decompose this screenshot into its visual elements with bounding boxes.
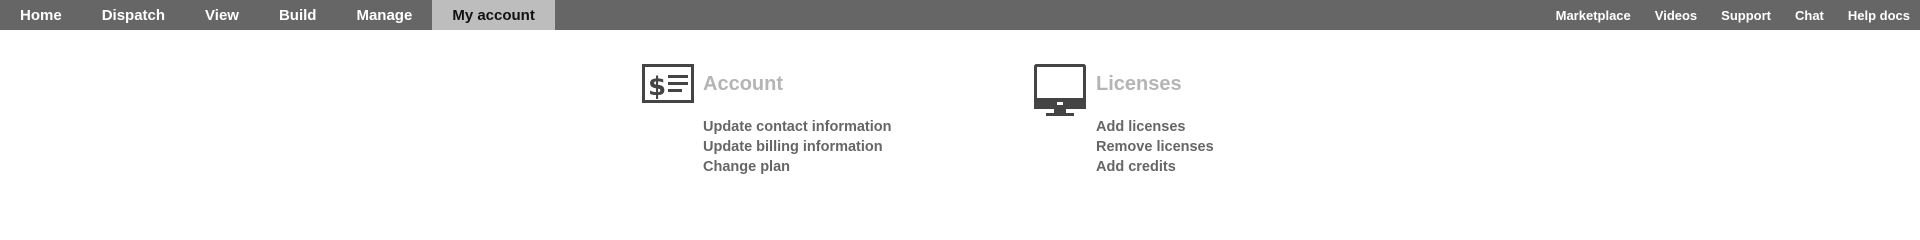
help-docs-link[interactable]: Help docs <box>1836 0 1920 30</box>
monitor-icon <box>1034 64 1086 121</box>
add-licenses-link[interactable]: Add licenses <box>1096 117 1214 137</box>
marketplace-link[interactable]: Marketplace <box>1544 0 1643 30</box>
update-billing-link[interactable]: Update billing information <box>703 137 892 157</box>
billing-check-icon: $ <box>642 64 694 111</box>
svg-text:$: $ <box>648 72 666 102</box>
tab-view[interactable]: View <box>185 0 259 30</box>
tab-dispatch[interactable]: Dispatch <box>82 0 185 30</box>
main-nav-tabs: Home Dispatch View Build Manage My accou… <box>0 0 555 30</box>
top-nav-bar: Home Dispatch View Build Manage My accou… <box>0 0 1920 30</box>
support-link[interactable]: Support <box>1709 0 1783 30</box>
account-links: Update contact information Update billin… <box>703 117 892 177</box>
tab-home[interactable]: Home <box>0 0 82 30</box>
tab-my-account[interactable]: My account <box>432 0 555 30</box>
licenses-title: Licenses <box>1096 73 1182 95</box>
remove-licenses-link[interactable]: Remove licenses <box>1096 137 1214 157</box>
chat-link[interactable]: Chat <box>1783 0 1836 30</box>
change-plan-link[interactable]: Change plan <box>703 157 892 177</box>
tab-build[interactable]: Build <box>259 0 337 30</box>
update-contact-link[interactable]: Update contact information <box>703 117 892 137</box>
add-credits-link[interactable]: Add credits <box>1096 157 1214 177</box>
licenses-links: Add licenses Remove licenses Add credits <box>1096 117 1214 177</box>
videos-link[interactable]: Videos <box>1643 0 1709 30</box>
tab-manage[interactable]: Manage <box>336 0 432 30</box>
account-title: Account <box>703 73 783 95</box>
utility-nav-links: Marketplace Videos Support Chat Help doc… <box>1544 0 1920 30</box>
